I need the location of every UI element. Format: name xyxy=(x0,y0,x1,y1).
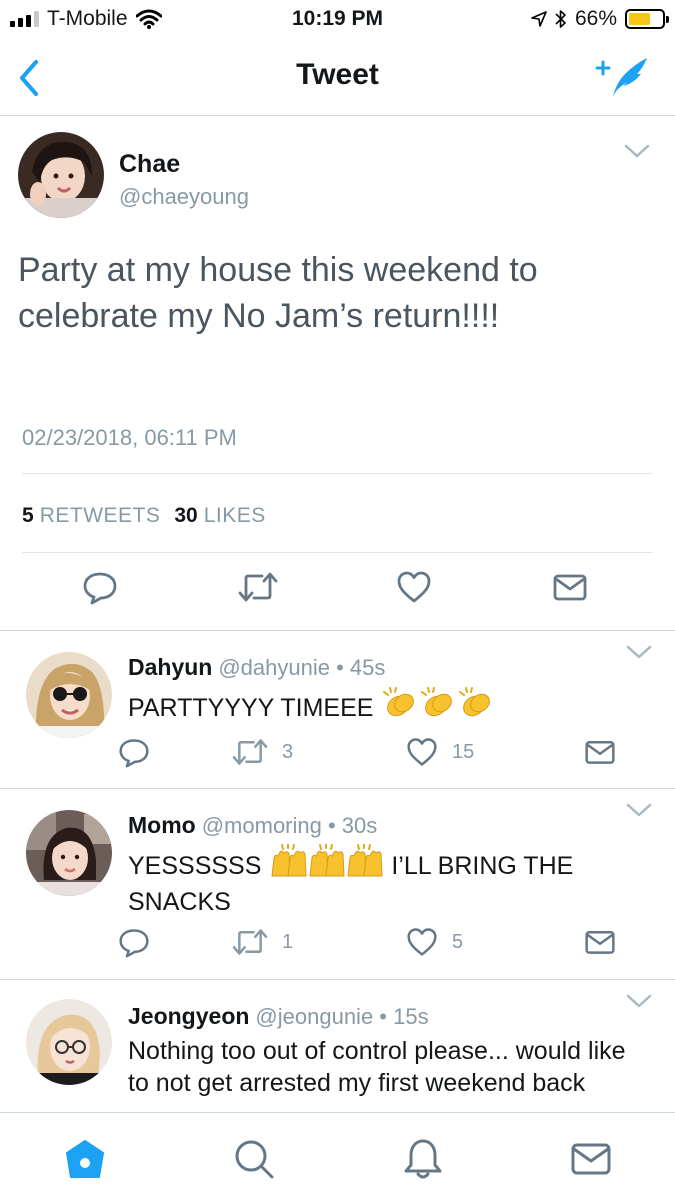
retweet-icon xyxy=(232,929,268,955)
heart-icon xyxy=(397,571,431,603)
likes-stat[interactable]: 30 LIKES xyxy=(174,504,265,528)
avatar[interactable] xyxy=(26,652,112,738)
like-count: 15 xyxy=(452,740,475,763)
like-button[interactable] xyxy=(396,569,432,605)
tab-bar xyxy=(0,1112,675,1200)
tweet-stats: 5 RETWEETS 30 LIKES xyxy=(22,504,266,528)
retweet-button[interactable]: 3 xyxy=(232,736,293,768)
status-right: 66% xyxy=(531,7,669,31)
chevron-down-icon[interactable] xyxy=(626,802,652,818)
tweet-text: YESSSSSS I’LL BRING THE SNACKS xyxy=(128,843,638,918)
retweet-icon xyxy=(238,572,278,602)
tweet-timestamp: 02/23/2018, 06:11 PM xyxy=(22,425,237,450)
retweet-icon xyxy=(232,739,268,765)
page-title: Tweet xyxy=(296,58,379,91)
author-handle[interactable]: @chaeyoung xyxy=(119,184,249,210)
reply-button[interactable] xyxy=(118,736,150,768)
chevron-down-icon[interactable] xyxy=(626,993,652,1009)
tweet-text: PARTTYYYY TIMEEE xyxy=(128,686,638,728)
battery-icon xyxy=(625,9,669,29)
reply-actions: 3 15 xyxy=(118,736,628,770)
chevron-down-icon[interactable] xyxy=(624,143,650,159)
retweet-button[interactable] xyxy=(238,569,278,605)
author-meta: @jeongunie • 15s xyxy=(255,1004,429,1029)
search-icon[interactable] xyxy=(232,1137,276,1181)
author-name[interactable]: Jeongyeon xyxy=(128,1003,249,1029)
retweet-count: 1 xyxy=(282,930,294,953)
reply-button[interactable] xyxy=(82,569,118,605)
author-name[interactable]: Dahyun xyxy=(128,654,212,680)
reply-icon xyxy=(119,739,149,768)
avatar[interactable] xyxy=(18,132,104,218)
like-button[interactable]: 15 xyxy=(406,736,474,768)
tweet-text: Party at my house this weekend to celebr… xyxy=(18,251,538,335)
message-button[interactable] xyxy=(584,736,616,768)
reply-tweet[interactable]: Momo @momoring • 30s YESSSSSS I’LL BRING… xyxy=(0,790,675,980)
reply-actions: 1 5 xyxy=(118,926,628,960)
retweet-count: 3 xyxy=(282,740,294,763)
like-button[interactable]: 5 xyxy=(406,926,463,958)
reply-icon xyxy=(83,572,117,605)
message-button[interactable] xyxy=(584,926,616,958)
envelope-icon xyxy=(553,574,587,601)
home-icon[interactable] xyxy=(63,1137,107,1181)
raising-hands-emoji xyxy=(268,843,384,886)
reply-header: Momo @momoring • 30s xyxy=(128,812,377,839)
retweets-stat[interactable]: 5 RETWEETS xyxy=(22,504,160,528)
author-name[interactable]: Momo xyxy=(128,812,196,838)
divider xyxy=(22,552,653,553)
like-count: 5 xyxy=(452,930,464,953)
main-tweet: Chae @chaeyoung Party at my house this w… xyxy=(0,117,675,631)
notifications-bell-icon[interactable] xyxy=(401,1137,445,1181)
reply-tweet[interactable]: Jeongyeon @jeongunie • 15s Nothing too ou… xyxy=(0,981,675,1112)
messages-envelope-icon[interactable] xyxy=(569,1137,613,1181)
envelope-icon xyxy=(585,740,615,764)
battery-percent: 66% xyxy=(574,7,617,30)
reply-button[interactable] xyxy=(118,926,150,958)
heart-icon xyxy=(407,738,437,766)
reply-tweet[interactable]: Dahyun@dahyunie • 45s PARTTYYYY TIMEEE xyxy=(0,632,675,789)
reply-header: Jeongyeon @jeongunie • 15s xyxy=(128,1003,429,1030)
message-button[interactable] xyxy=(552,569,588,605)
retweet-button[interactable]: 1 xyxy=(232,926,293,958)
bluetooth-icon xyxy=(555,10,566,28)
nav-bar: Tweet xyxy=(0,40,675,116)
author-meta: @dahyunie • 45s xyxy=(218,655,386,680)
location-arrow-icon xyxy=(531,11,547,27)
battery-level-fill xyxy=(629,13,651,25)
clapping-hands-emoji xyxy=(380,686,498,728)
divider xyxy=(22,473,653,474)
chevron-down-icon[interactable] xyxy=(626,644,652,660)
reply-icon xyxy=(119,929,149,958)
envelope-icon xyxy=(585,930,615,954)
avatar[interactable] xyxy=(26,810,112,896)
author-meta: @momoring • 30s xyxy=(201,813,378,838)
author-name[interactable]: Chae xyxy=(119,150,180,179)
status-bar: T-Mobile 10:19 PM 66% xyxy=(0,0,675,40)
compose-tweet-icon[interactable] xyxy=(595,52,651,100)
avatar[interactable] xyxy=(26,999,112,1085)
heart-icon xyxy=(407,928,437,956)
main-actions xyxy=(0,569,675,613)
tweet-text: Nothing too out of control please... wou… xyxy=(128,1037,626,1097)
reply-header: Dahyun @dahyunie • 45s xyxy=(128,654,385,681)
